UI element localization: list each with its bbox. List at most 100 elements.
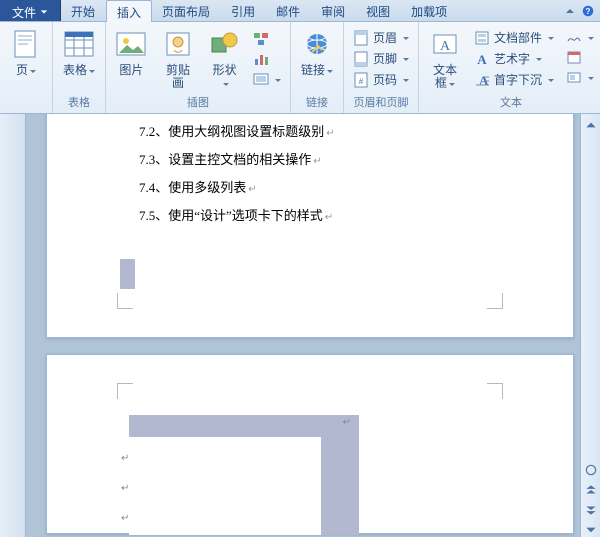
pagenum-icon: # — [353, 72, 369, 88]
text-cursor-selection[interactable] — [120, 259, 135, 289]
paragraph: 7.5、使用“设计”选项卡下的样式 — [139, 203, 493, 231]
link-icon — [301, 28, 333, 60]
dropcap-icon: A — [474, 72, 490, 88]
page-1[interactable]: 7.2、使用大纲视图设置标题级别 7.3、设置主控文档的相关操作 7.4、使用多… — [46, 114, 574, 338]
picture-label: 图片 — [119, 64, 143, 77]
clipart-button[interactable]: 剪贴画 — [157, 26, 200, 92]
tab-references[interactable]: 引用 — [221, 0, 266, 21]
svg-text:A: A — [477, 52, 487, 67]
screenshot-drop — [273, 72, 281, 86]
shapes-button[interactable]: 形状 — [205, 26, 244, 92]
svg-text:#: # — [359, 77, 364, 86]
footer-icon — [353, 51, 369, 67]
help-icon[interactable]: ? — [582, 5, 594, 17]
tab-view[interactable]: 视图 — [356, 0, 401, 21]
tab-review[interactable]: 审阅 — [311, 0, 356, 21]
tab-mail[interactable]: 邮件 — [266, 0, 311, 21]
chevron-up-icon[interactable] — [564, 5, 576, 17]
paragraph-mark: ↵ — [121, 453, 129, 464]
tab-home[interactable]: 开始 — [61, 0, 106, 21]
group-text-label: 文本 — [500, 94, 522, 111]
tab-file[interactable]: 文件 — [0, 0, 61, 21]
paragraph: 7.2、使用大纲视图设置标题级别 — [139, 119, 493, 147]
clipart-label: 剪贴画 — [161, 64, 196, 90]
object-icon — [566, 69, 582, 85]
header-button[interactable]: 页眉 — [350, 28, 412, 47]
selected-shape[interactable] — [129, 415, 359, 535]
page-icon — [10, 28, 42, 60]
footer-label: 页脚 — [373, 50, 397, 67]
datetime-button[interactable] — [563, 48, 597, 66]
paragraph: 7.4、使用多级列表 — [139, 175, 493, 203]
smartart-button[interactable] — [250, 30, 284, 48]
table-label: 表格 — [63, 64, 95, 77]
pagenum-button[interactable]: # 页码 — [350, 70, 412, 89]
margin-marker — [117, 383, 133, 399]
screenshot-button[interactable] — [250, 70, 284, 88]
pages-container: 7.2、使用大纲视图设置标题级别 7.3、设置主控文档的相关操作 7.4、使用多… — [46, 114, 574, 537]
pagenum-label: 页码 — [373, 71, 397, 88]
screenshot-icon — [253, 71, 269, 87]
ribbon-insert: 页 表格 表格 图片 — [0, 22, 600, 114]
paragraph: 7.3、设置主控文档的相关操作 — [139, 147, 493, 175]
browse-object-icon[interactable] — [584, 463, 598, 477]
shapes-icon — [209, 28, 241, 60]
group-links-label: 链接 — [306, 94, 328, 111]
textbox-label: 文本框 — [429, 64, 461, 90]
svg-text:?: ? — [585, 7, 590, 16]
paragraph-mark: ↵ — [121, 513, 129, 524]
header-icon — [353, 30, 369, 46]
group-illustrations: 图片 剪贴画 形状 — [106, 22, 291, 113]
signature-button[interactable] — [563, 28, 597, 46]
tab-layout[interactable]: 页面布局 — [152, 0, 221, 21]
object-button[interactable] — [563, 68, 597, 86]
shapes-label: 形状 — [209, 64, 240, 90]
group-page-label — [24, 98, 27, 111]
smartart-icon — [253, 31, 269, 47]
vertical-ruler[interactable] — [0, 114, 26, 537]
group-page: 页 — [0, 22, 53, 113]
textbox-icon: A — [429, 28, 461, 60]
scroll-down-icon[interactable] — [584, 523, 598, 537]
prev-page-icon[interactable] — [584, 483, 598, 497]
chart-button[interactable] — [250, 50, 284, 68]
dropcap-button[interactable]: A 首字下沉 — [471, 70, 557, 89]
dropcap-label: 首字下沉 — [494, 71, 542, 88]
group-tables: 表格 表格 — [53, 22, 106, 113]
group-tables-label: 表格 — [68, 94, 90, 111]
scroll-up-icon[interactable] — [584, 118, 598, 132]
textbox-button[interactable]: A 文本框 — [425, 26, 465, 92]
header-label: 页眉 — [373, 29, 397, 46]
wordart-button[interactable]: A 艺术字 — [471, 49, 557, 68]
tab-insert[interactable]: 插入 — [106, 0, 152, 22]
quickparts-button[interactable]: 文档部件 — [471, 28, 557, 47]
datetime-icon — [566, 49, 582, 65]
margin-marker — [117, 293, 133, 309]
links-button[interactable]: 链接 — [297, 26, 337, 79]
tab-addins[interactable]: 加载项 — [401, 0, 458, 21]
group-text: A 文本框 文档部件 A 艺术字 A 首字下沉 — [419, 22, 600, 113]
picture-icon — [115, 28, 147, 60]
chart-icon — [253, 51, 269, 67]
group-illustrations-label: 插图 — [187, 94, 209, 111]
group-headerfooter-label: 页眉和页脚 — [354, 94, 409, 111]
vertical-scrollbar[interactable] — [580, 114, 600, 537]
group-links: 链接 链接 — [291, 22, 344, 113]
help-area: ? — [564, 0, 600, 21]
next-page-icon[interactable] — [584, 503, 598, 517]
page-button[interactable]: 页 — [6, 26, 46, 79]
document-workspace: 7.2、使用大纲视图设置标题级别 7.3、设置主控文档的相关操作 7.4、使用多… — [0, 114, 600, 537]
clipart-icon — [162, 28, 194, 60]
quickparts-icon — [474, 30, 490, 46]
table-icon — [63, 28, 95, 60]
footer-button[interactable]: 页脚 — [350, 49, 412, 68]
quickparts-label: 文档部件 — [494, 29, 542, 46]
ribbon-tab-strip: 文件 开始 插入 页面布局 引用 邮件 审阅 视图 加载项 ? — [0, 0, 600, 22]
svg-text:A: A — [440, 39, 451, 54]
page-2[interactable]: ↵ ↵ ↵ — [46, 354, 574, 534]
picture-button[interactable]: 图片 — [112, 26, 151, 79]
page-label: 页 — [16, 64, 36, 77]
tab-file-label: 文件 — [12, 4, 36, 21]
document-text[interactable]: 7.2、使用大纲视图设置标题级别 7.3、设置主控文档的相关操作 7.4、使用多… — [139, 119, 493, 231]
table-button[interactable]: 表格 — [59, 26, 99, 79]
